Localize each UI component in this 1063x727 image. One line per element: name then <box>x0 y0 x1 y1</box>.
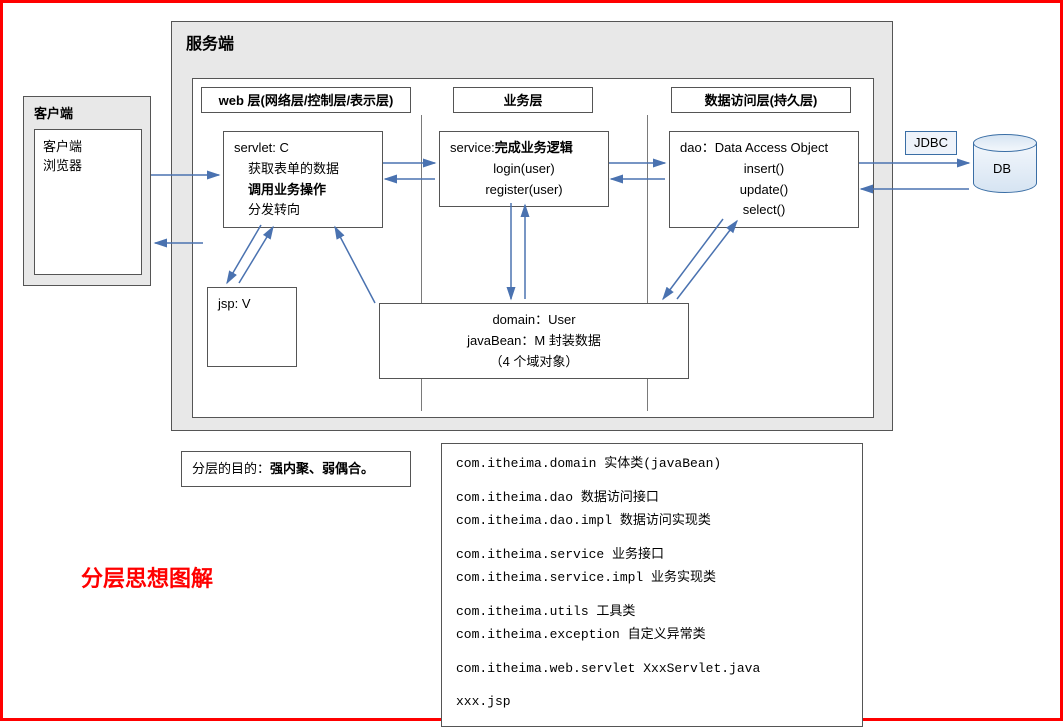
service-l1: service:service:完成业务逻辑完成业务逻辑 <box>450 138 598 159</box>
dao-l2: insert() <box>680 159 848 180</box>
biz-layer-title: 业务层 <box>453 87 593 113</box>
dao-l4: select() <box>680 200 848 221</box>
pkg-7: com.itheima.exception 自定义异常类 <box>456 625 848 645</box>
server-title: 服务端 <box>186 30 234 54</box>
jsp-box: jsp: V <box>207 287 297 367</box>
purpose-box: 分层的目的：强内聚、弱偶合。 <box>181 451 411 487</box>
pkg-6: com.itheima.utils 工具类 <box>456 602 848 622</box>
domain-l3: （4 个域对象） <box>390 352 678 373</box>
pkg-3: com.itheima.dao.impl 数据访问实现类 <box>456 511 848 531</box>
purpose-prefix: 分层的目的： <box>192 461 270 476</box>
jsp-label: jsp: V <box>218 296 251 311</box>
pkg-2: com.itheima.dao 数据访问接口 <box>456 488 848 508</box>
packages-box: com.itheima.domain 实体类(javaBean) com.ith… <box>441 443 863 727</box>
diagram-canvas: 客户端 客户端 浏览器 服务端 web 层(网络层/控制层/表示层) 业务层 数… <box>0 0 1063 721</box>
client-line2: 浏览器 <box>43 155 133 174</box>
servlet-l4: 分发转向 <box>234 200 372 221</box>
servlet-l3: 调用业务操作 <box>234 180 372 201</box>
servlet-l1: servlet: C <box>234 138 372 159</box>
jdbc-box: JDBC <box>905 131 957 155</box>
dao-layer-title: 数据访问层(持久层) <box>671 87 851 113</box>
pkg-9: xxx.jsp <box>456 692 848 712</box>
pkg-1: com.itheima.domain 实体类(javaBean) <box>456 454 848 474</box>
client-inner: 客户端 浏览器 <box>34 129 142 275</box>
client-line1: 客户端 <box>43 136 133 155</box>
dao-l1: dao：Data Access Object <box>680 138 848 159</box>
dao-box: dao：Data Access Object insert() update()… <box>669 131 859 228</box>
domain-l1: domain：User <box>390 310 678 331</box>
server-container: 服务端 web 层(网络层/控制层/表示层) 业务层 数据访问层(持久层) se… <box>171 21 893 431</box>
servlet-l2: 获取表单的数据 <box>234 159 372 180</box>
server-inner: web 层(网络层/控制层/表示层) 业务层 数据访问层(持久层) servle… <box>192 78 874 418</box>
pkg-8: com.itheima.web.servlet XxxServlet.java <box>456 659 848 679</box>
service-box: service:service:完成业务逻辑完成业务逻辑 login(user)… <box>439 131 609 207</box>
pkg-4: com.itheima.service 业务接口 <box>456 545 848 565</box>
main-label: 分层思想图解 <box>81 561 213 593</box>
jdbc-label: JDBC <box>914 135 948 150</box>
service-l3: register(user) <box>450 180 598 201</box>
client-title: 客户端 <box>34 103 73 122</box>
dao-l3: update() <box>680 180 848 201</box>
db-cylinder-top <box>973 134 1037 152</box>
domain-box: domain：User javaBean：M 封装数据 （4 个域对象） <box>379 303 689 379</box>
web-layer-title: web 层(网络层/控制层/表示层) <box>201 87 411 113</box>
servlet-box: servlet: C 获取表单的数据 调用业务操作 分发转向 <box>223 131 383 228</box>
domain-l2: javaBean：M 封装数据 <box>390 331 678 352</box>
service-l2: login(user) <box>450 159 598 180</box>
pkg-5: com.itheima.service.impl 业务实现类 <box>456 568 848 588</box>
purpose-bold: 强内聚、弱偶合。 <box>270 461 374 476</box>
db-label: DB <box>993 161 1011 176</box>
client-container: 客户端 客户端 浏览器 <box>23 96 151 286</box>
